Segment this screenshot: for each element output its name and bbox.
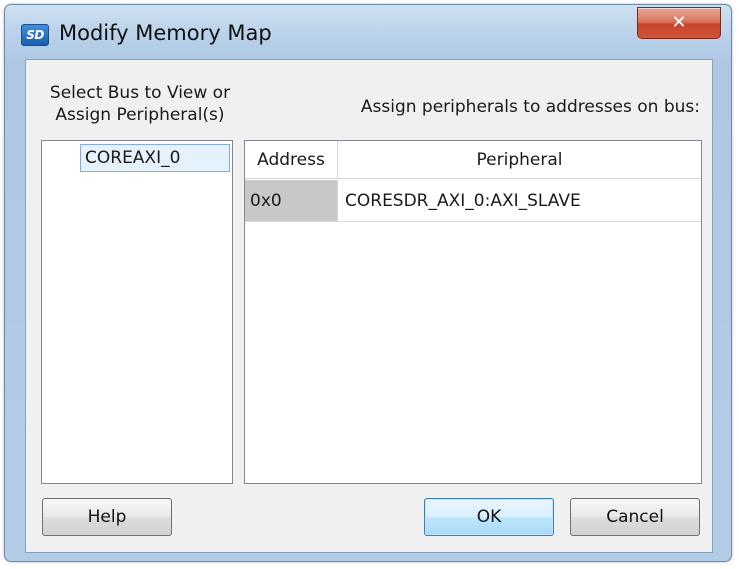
peripheral-table-label: Assign peripherals to addresses on bus: — [360, 97, 700, 117]
close-button[interactable]: ✕ — [637, 7, 721, 39]
bus-item-coreaxi-0[interactable]: COREAXI_0 — [80, 144, 230, 172]
close-icon: ✕ — [671, 12, 687, 33]
cancel-button[interactable]: Cancel — [570, 498, 700, 536]
peripheral-cell[interactable]: CORESDR_AXI_0:AXI_SLAVE — [338, 180, 701, 221]
title-bar[interactable]: SD Modify Memory Map ✕ — [5, 5, 731, 59]
column-header-peripheral[interactable]: Peripheral — [338, 141, 701, 179]
address-cell[interactable]: 0x0 — [245, 180, 338, 221]
bus-list[interactable]: COREAXI_0 — [41, 140, 233, 484]
dialog-window: SD Modify Memory Map ✕ Select Bus to Vie… — [4, 4, 732, 562]
dialog-content: Select Bus to View or Assign Peripheral(… — [25, 59, 713, 553]
ok-button[interactable]: OK — [424, 498, 554, 536]
window-title: Modify Memory Map — [59, 21, 272, 45]
bus-list-label: Select Bus to View or Assign Peripheral(… — [49, 83, 231, 125]
table-row[interactable]: 0x0 CORESDR_AXI_0:AXI_SLAVE — [245, 180, 701, 222]
app-icon: SD — [21, 24, 49, 46]
peripheral-table[interactable]: Address Peripheral 0x0 CORESDR_AXI_0:AXI… — [244, 140, 702, 484]
column-header-address[interactable]: Address — [245, 141, 338, 179]
help-button[interactable]: Help — [42, 498, 172, 536]
table-header: Address Peripheral — [245, 141, 701, 179]
